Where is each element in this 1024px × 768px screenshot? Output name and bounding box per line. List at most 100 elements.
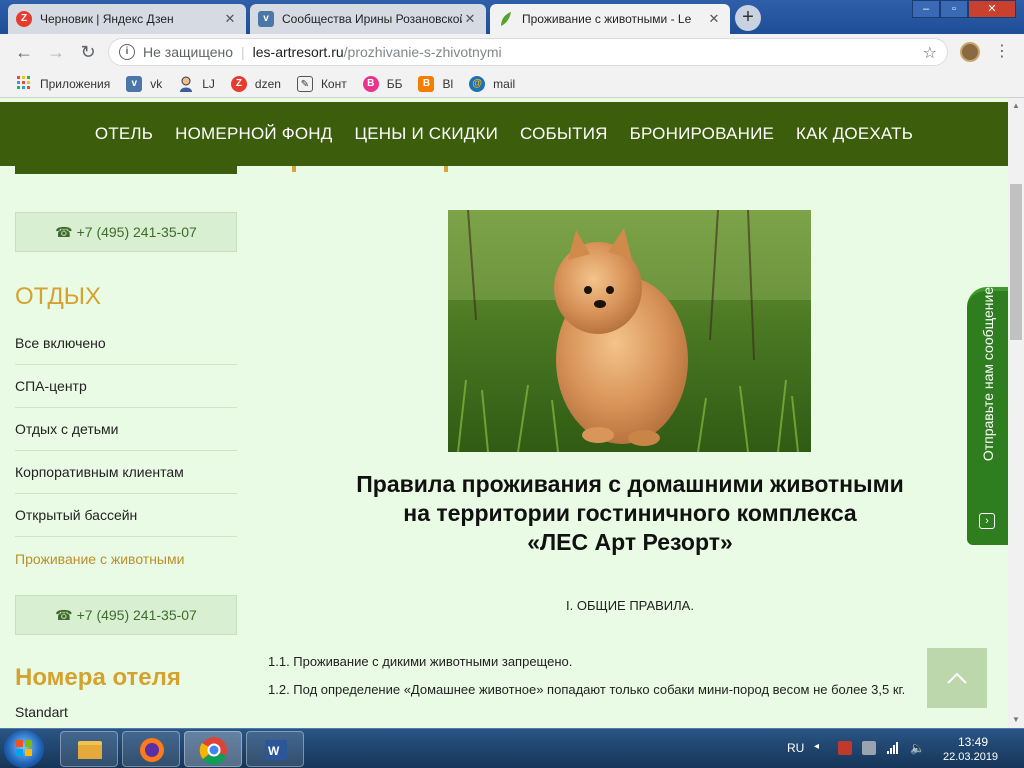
rules-title-line: «ЛЕС Арт Резорт» [527, 529, 733, 555]
word-icon[interactable]: W [246, 731, 304, 767]
clock-time[interactable]: 13:49 [958, 735, 988, 749]
bookmark-label: ББ [386, 76, 403, 91]
scroll-to-top-button[interactable] [927, 648, 987, 708]
close-icon[interactable]: ✕ [706, 11, 722, 27]
windows-taskbar: W RU ◂ 🔈 13:49 22.03.2019 [0, 728, 1024, 768]
close-icon[interactable]: ✕ [222, 11, 238, 27]
address-separator: | [241, 44, 245, 60]
yandex-zen-icon: Z [16, 11, 32, 27]
vk-icon: v [258, 11, 274, 27]
back-arrow-icon[interactable]: ← [12, 40, 36, 64]
tab-title: Черновик | Яндекс Дзен [40, 12, 174, 26]
close-icon[interactable]: ✕ [462, 11, 478, 27]
user-icon [178, 76, 194, 92]
bookmark-label: Bl [442, 76, 454, 91]
sidebar-rest-list: Все включено СПА-центр Отдых с детьми Ко… [15, 322, 237, 580]
tray-expand-icon[interactable]: ◂ [814, 741, 828, 755]
network-signal-icon[interactable] [886, 741, 900, 755]
tab-vk-communities[interactable]: v Сообщества Ирины Розановской ✕ [250, 4, 486, 34]
window-close-button[interactable]: ✕ [968, 0, 1016, 18]
b-icon: B [362, 75, 379, 92]
bookmark-label: Конт [320, 76, 347, 91]
page-heading-fragment [292, 166, 472, 174]
action-center-icon[interactable] [862, 741, 876, 755]
sidebar-header-bar [15, 166, 237, 174]
new-tab-button[interactable]: + [735, 5, 761, 31]
scroll-up-arrow-icon[interactable]: ▲ [1008, 98, 1024, 114]
bookmark-star-icon[interactable]: ☆ [923, 43, 937, 63]
rules-title: Правила проживания с домашними животными… [300, 470, 960, 557]
browser-menu-icon[interactable]: ⋮ [994, 40, 1010, 64]
windows-start-button[interactable] [4, 730, 44, 768]
sidebar-item-pets[interactable]: Проживание с животными [15, 537, 237, 580]
pomeranian-puppy-photo [448, 209, 811, 453]
chrome-icon[interactable] [184, 731, 242, 767]
svg-text:W: W [268, 744, 280, 758]
volume-icon[interactable]: 🔈 [910, 741, 925, 755]
chevron-up-icon [947, 672, 967, 684]
apps-grid-icon [16, 75, 32, 92]
clock-date[interactable]: 22.03.2019 [943, 751, 998, 763]
tab-title: Проживание с животными - Le [522, 12, 692, 26]
nav-item-rooms[interactable]: НОМЕРНОЙ ФОНД [175, 124, 332, 144]
profile-avatar[interactable] [960, 42, 980, 62]
bookmark-label: mail [493, 76, 516, 91]
forward-arrow-icon[interactable]: → [44, 40, 68, 64]
bookmark-vk[interactable]: v vk [126, 75, 162, 92]
sidebar-rest-title: ОТДЫХ [15, 283, 102, 310]
bookmark-mail[interactable]: @ mail [469, 75, 516, 92]
bookmark-apps[interactable]: Приложения [16, 75, 111, 92]
rule-item: 1.1. Проживание с дикими животными запре… [268, 654, 573, 669]
tab-title: Сообщества Ирины Розановской [282, 12, 462, 26]
bookmark-lj[interactable]: LJ [178, 76, 215, 92]
sidebar-item-pool[interactable]: Открытый бассейн [15, 494, 237, 537]
info-icon[interactable]: i [119, 44, 135, 60]
window-minimize-button[interactable]: – [912, 0, 940, 18]
blogger-icon: B [418, 75, 435, 92]
edit-icon: ✎ [296, 75, 313, 92]
nav-item-hotel[interactable]: ОТЕЛЬ [95, 124, 153, 144]
mail-at-icon: @ [469, 75, 486, 92]
nav-item-prices[interactable]: ЦЕНЫ И СКИДКИ [354, 124, 498, 144]
tab-pets-living[interactable]: Проживание с животными - Le ✕ [490, 4, 730, 34]
sidebar-phone-top[interactable]: ☎ +7 (495) 241-35-07 [15, 212, 237, 252]
rules-title-line: Правила проживания с домашними животными [356, 471, 904, 497]
tab-yandex-zen[interactable]: Z Черновик | Яндекс Дзен ✕ [8, 4, 246, 34]
nav-item-events[interactable]: СОБЫТИЯ [520, 124, 608, 144]
phone-icon: ☎ [55, 223, 73, 240]
bookmarks-bar: Приложения v vk LJ Z dzen ✎ Конт B ББ B … [0, 70, 1024, 98]
bookmark-kont[interactable]: ✎ Конт [296, 75, 347, 92]
sidebar-item-spa[interactable]: СПА-центр [15, 365, 237, 408]
reload-icon[interactable]: ↻ [76, 40, 100, 64]
sidebar-item-corporate[interactable]: Корпоративным клиентам [15, 451, 237, 494]
bookmark-dzen[interactable]: Z dzen [230, 75, 281, 92]
nav-item-directions[interactable]: КАК ДОЕХАТЬ [796, 124, 913, 144]
antivirus-icon[interactable] [838, 741, 852, 755]
sidebar-room-standart[interactable]: Standart [15, 704, 68, 720]
yandex-zen-icon: Z [230, 75, 247, 92]
file-explorer-icon[interactable] [60, 731, 118, 767]
page-viewport: ОТЕЛЬ НОМЕРНОЙ ФОНД ЦЕНЫ И СКИДКИ СОБЫТИ… [0, 98, 1008, 728]
nav-item-booking[interactable]: БРОНИРОВАНИЕ [630, 124, 774, 144]
security-label: Не защищено [143, 44, 233, 60]
leaf-icon [498, 11, 514, 27]
scroll-down-arrow-icon[interactable]: ▼ [1008, 712, 1024, 728]
section-title: I. ОБЩИЕ ПРАВИЛА. [566, 598, 694, 613]
feedback-widget-tab[interactable]: Отправьте нам сообщение › [967, 287, 1008, 545]
bookmark-label: LJ [202, 76, 215, 91]
sidebar-item-all-inclusive[interactable]: Все включено [15, 322, 237, 365]
address-host: les-artresort.ru [252, 44, 344, 60]
sidebar-phone-bottom[interactable]: ☎ +7 (495) 241-35-07 [15, 595, 237, 635]
browser-toolbar: ← → ↻ i Не защищено | les-artresort.ru /… [0, 34, 1024, 70]
language-indicator[interactable]: RU [787, 741, 804, 755]
bookmark-bb[interactable]: B ББ [362, 75, 403, 92]
bookmark-bl[interactable]: B Bl [418, 75, 454, 92]
firefox-icon[interactable] [122, 731, 180, 767]
address-path: /prozhivanie-s-zhivotnymi [343, 44, 502, 60]
sidebar-item-kids[interactable]: Отдых с детьми [15, 408, 237, 451]
window-maximize-button[interactable]: ▫ [940, 0, 968, 18]
bookmark-label: Приложения [40, 76, 111, 91]
scrollbar-thumb[interactable] [1010, 184, 1022, 340]
page-scrollbar[interactable]: ▲ ▼ [1008, 98, 1024, 728]
address-bar[interactable]: i Не защищено | les-artresort.ru /prozhi… [108, 38, 948, 66]
